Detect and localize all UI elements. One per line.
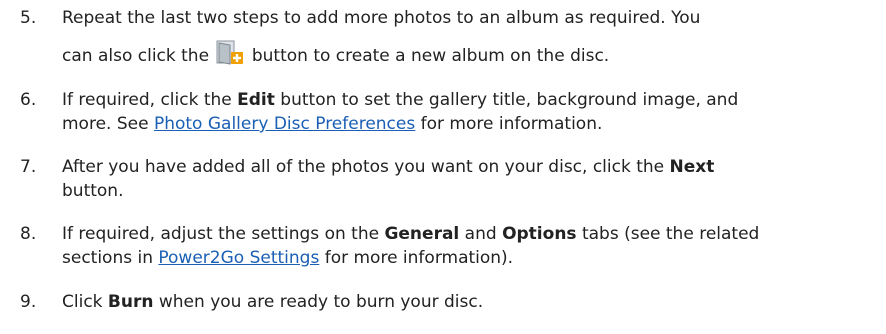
options-tab-label: Options bbox=[502, 224, 577, 244]
step-text-line: Click Burn when you are ready to burn yo… bbox=[62, 290, 862, 314]
next-button-label: Next bbox=[669, 157, 715, 177]
general-tab-label: General bbox=[384, 224, 460, 244]
step-number: 7. bbox=[20, 157, 37, 177]
step-text: when you are ready to burn your disc. bbox=[153, 292, 484, 312]
step-text-line: If required, click the Edit button to se… bbox=[62, 88, 862, 112]
edit-button-label: Edit bbox=[237, 90, 275, 110]
power2go-settings-link[interactable]: Power2Go Settings bbox=[158, 248, 319, 268]
step-text-line: Repeat the last two steps to add more ph… bbox=[62, 6, 862, 30]
step-text: can also click the bbox=[62, 46, 215, 66]
step-number: 5. bbox=[20, 8, 37, 28]
step-number: 6. bbox=[20, 90, 37, 110]
step-text-line: If required, adjust the settings on the … bbox=[62, 222, 862, 246]
step-text: button to set the gallery title, backgro… bbox=[274, 90, 739, 110]
step-text: and bbox=[459, 224, 503, 244]
step-text-line: sections in Power2Go Settings for more i… bbox=[62, 246, 862, 270]
step-number: 9. bbox=[20, 292, 37, 312]
step-text: Repeat the last two steps to add more ph… bbox=[62, 8, 701, 28]
step-text: button to create a new album on the disc… bbox=[246, 46, 610, 66]
step-text: After you have added all of the photos y… bbox=[62, 157, 670, 177]
step-text: If required, click the bbox=[62, 90, 238, 110]
step-text: for more information). bbox=[319, 248, 514, 268]
new-album-icon[interactable] bbox=[216, 40, 244, 66]
step-text-line: more. See Photo Gallery Disc Preferences… bbox=[62, 112, 862, 136]
step-text-line: button. bbox=[62, 179, 862, 203]
instruction-steps-list: 5. Repeat the last two steps to add more… bbox=[0, 0, 886, 334]
step-text: tabs (see the related bbox=[576, 224, 760, 244]
step-text: If required, adjust the settings on the bbox=[62, 224, 385, 244]
step-text: button. bbox=[62, 181, 124, 201]
step-text: more. See bbox=[62, 114, 154, 134]
step-number: 8. bbox=[20, 224, 37, 244]
step-text-line: After you have added all of the photos y… bbox=[62, 155, 862, 179]
step-text-line: can also click the button to create a ne… bbox=[62, 40, 862, 68]
burn-button-label: Burn bbox=[107, 292, 154, 312]
step-text: for more information. bbox=[415, 114, 603, 134]
step-text: Click bbox=[62, 292, 108, 312]
photo-gallery-preferences-link[interactable]: Photo Gallery Disc Preferences bbox=[154, 114, 415, 134]
step-text: sections in bbox=[62, 248, 159, 268]
